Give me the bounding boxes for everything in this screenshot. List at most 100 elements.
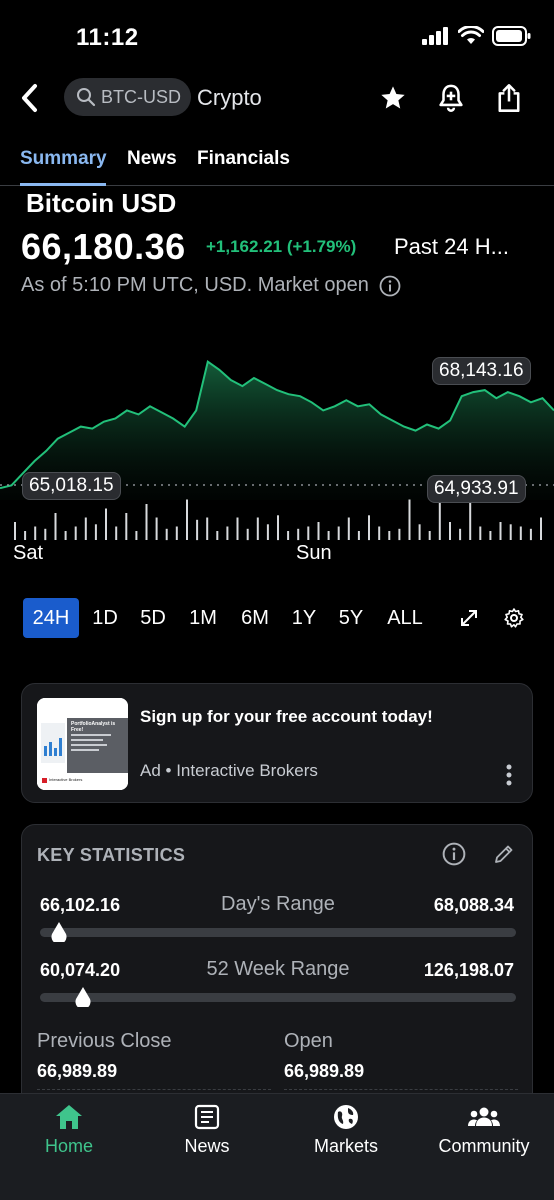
ad-thumbnail-brand: Interactive Brokers <box>49 777 83 782</box>
chart-settings-button[interactable] <box>503 607 525 634</box>
nav-markets[interactable]: Markets <box>277 1102 415 1157</box>
tab-summary[interactable]: Summary <box>20 148 107 170</box>
volume-bar <box>226 526 229 540</box>
nav-community[interactable]: Community <box>415 1102 553 1157</box>
stats-info-button[interactable] <box>442 842 466 871</box>
chart-low-label: 64,933.91 <box>427 475 526 503</box>
globe-icon <box>334 1105 358 1129</box>
x-axis-label-sat: Sat <box>13 542 44 564</box>
quote-price: 66,180.36 <box>21 226 186 267</box>
search-input[interactable]: BTC-USD <box>64 78 191 116</box>
share-button[interactable] <box>494 80 524 116</box>
nav-news[interactable]: News <box>138 1102 276 1157</box>
volume-bar <box>327 531 330 540</box>
status-bar: 11:12 <box>0 0 554 70</box>
volume-bar <box>378 526 381 540</box>
nav-markets-label: Markets <box>313 1136 378 1156</box>
volume-bar <box>499 522 502 540</box>
volume-bar <box>489 531 492 540</box>
range-5d[interactable]: 5D <box>132 598 174 638</box>
quote-as-of: As of 5:10 PM UTC, USD. Market open <box>21 274 401 297</box>
info-icon <box>442 842 466 866</box>
volume-bar <box>14 522 16 540</box>
prev-close-label: Previous Close <box>37 1030 172 1052</box>
week-range-marker <box>75 987 91 1012</box>
more-vertical-icon <box>506 764 512 786</box>
volume-bar <box>307 526 310 540</box>
volume-bar <box>317 522 320 540</box>
volume-bar <box>337 526 340 540</box>
volume-bar <box>357 531 360 540</box>
day-range-marker <box>51 922 67 947</box>
range-1y[interactable]: 1Y <box>284 598 324 638</box>
volume-bar <box>388 531 391 540</box>
wifi-icon <box>457 25 485 51</box>
share-icon <box>498 84 520 112</box>
tab-underline <box>20 183 106 186</box>
bell-plus-icon <box>439 84 463 112</box>
nav-actions <box>378 80 524 116</box>
volume-bar <box>277 515 279 541</box>
tab-financials[interactable]: Financials <box>197 148 290 170</box>
quote-as-of-text: As of 5:10 PM UTC, USD. Market open <box>21 274 369 296</box>
volume-bar <box>196 519 199 541</box>
info-icon[interactable] <box>379 275 401 297</box>
gear-icon <box>504 608 524 628</box>
chart-prev-close-label: 65,018.15 <box>22 472 121 500</box>
community-icon <box>468 1107 500 1126</box>
expand-chart-button[interactable] <box>458 607 480 634</box>
quote-period[interactable]: Past 24 H... <box>394 234 509 260</box>
volume-bar <box>165 528 168 541</box>
nav-community-label: Community <box>438 1136 530 1156</box>
signal-icon <box>422 27 450 50</box>
quote-change: +1,162.21 (+1.79%) <box>206 237 357 256</box>
volume-bar <box>145 504 148 540</box>
range-6m[interactable]: 6M <box>233 598 277 638</box>
battery-icon <box>492 26 532 51</box>
volume-bar <box>398 528 401 541</box>
status-icons <box>422 25 532 51</box>
week-range-high: 126,198.07 <box>423 960 514 980</box>
bottom-nav: Home News Markets Community <box>0 1093 554 1200</box>
nav-home[interactable]: Home <box>0 1102 138 1157</box>
volume-bar <box>368 515 370 541</box>
volume-bar <box>266 524 269 540</box>
price-chart[interactable]: 68,143.16 65,018.15 64,933.91 <box>0 330 554 570</box>
tab-news[interactable]: News <box>127 148 177 170</box>
divider <box>284 1089 518 1090</box>
range-24h[interactable]: 24H <box>23 598 79 638</box>
stats-edit-button[interactable] <box>492 842 516 871</box>
ad-thumbnail-heading: PortfolioAnalyst is Free! <box>71 721 116 733</box>
back-button[interactable] <box>14 80 44 116</box>
key-statistics-title: KEY STATISTICS <box>37 845 186 865</box>
volume-bar <box>115 526 118 540</box>
volume-bar <box>438 499 441 540</box>
asset-class-label: Crypto <box>197 85 262 110</box>
expand-icon <box>461 610 477 626</box>
range-all[interactable]: ALL <box>380 598 430 638</box>
open-value: 66,989.89 <box>284 1061 365 1081</box>
volume-bar <box>479 526 482 540</box>
volume-bar <box>519 526 522 540</box>
nav-bar: BTC-USD Crypto <box>0 76 554 122</box>
range-5y[interactable]: 5Y <box>330 598 372 638</box>
volume-bar <box>94 524 97 540</box>
volume-bar <box>206 517 209 540</box>
volume-bar <box>540 517 542 540</box>
volume-bar <box>135 531 138 540</box>
volume-bar <box>186 499 188 540</box>
alert-button[interactable] <box>436 80 466 116</box>
range-1m[interactable]: 1M <box>181 598 225 638</box>
range-1d[interactable]: 1D <box>84 598 126 638</box>
ad-title: Sign up for your free account today! <box>140 707 433 726</box>
chevron-left-icon <box>22 84 37 112</box>
home-icon <box>56 1105 82 1129</box>
volume-bar <box>408 499 411 540</box>
ad-more-button[interactable] <box>506 764 512 791</box>
volume-bar <box>347 517 350 540</box>
ad-card[interactable]: PortfolioAnalyst is Free! Interactive Br… <box>21 683 533 803</box>
volume-bar <box>418 524 421 540</box>
volume-bar <box>297 528 300 541</box>
watchlist-button[interactable] <box>378 80 408 116</box>
pencil-icon <box>495 845 513 863</box>
